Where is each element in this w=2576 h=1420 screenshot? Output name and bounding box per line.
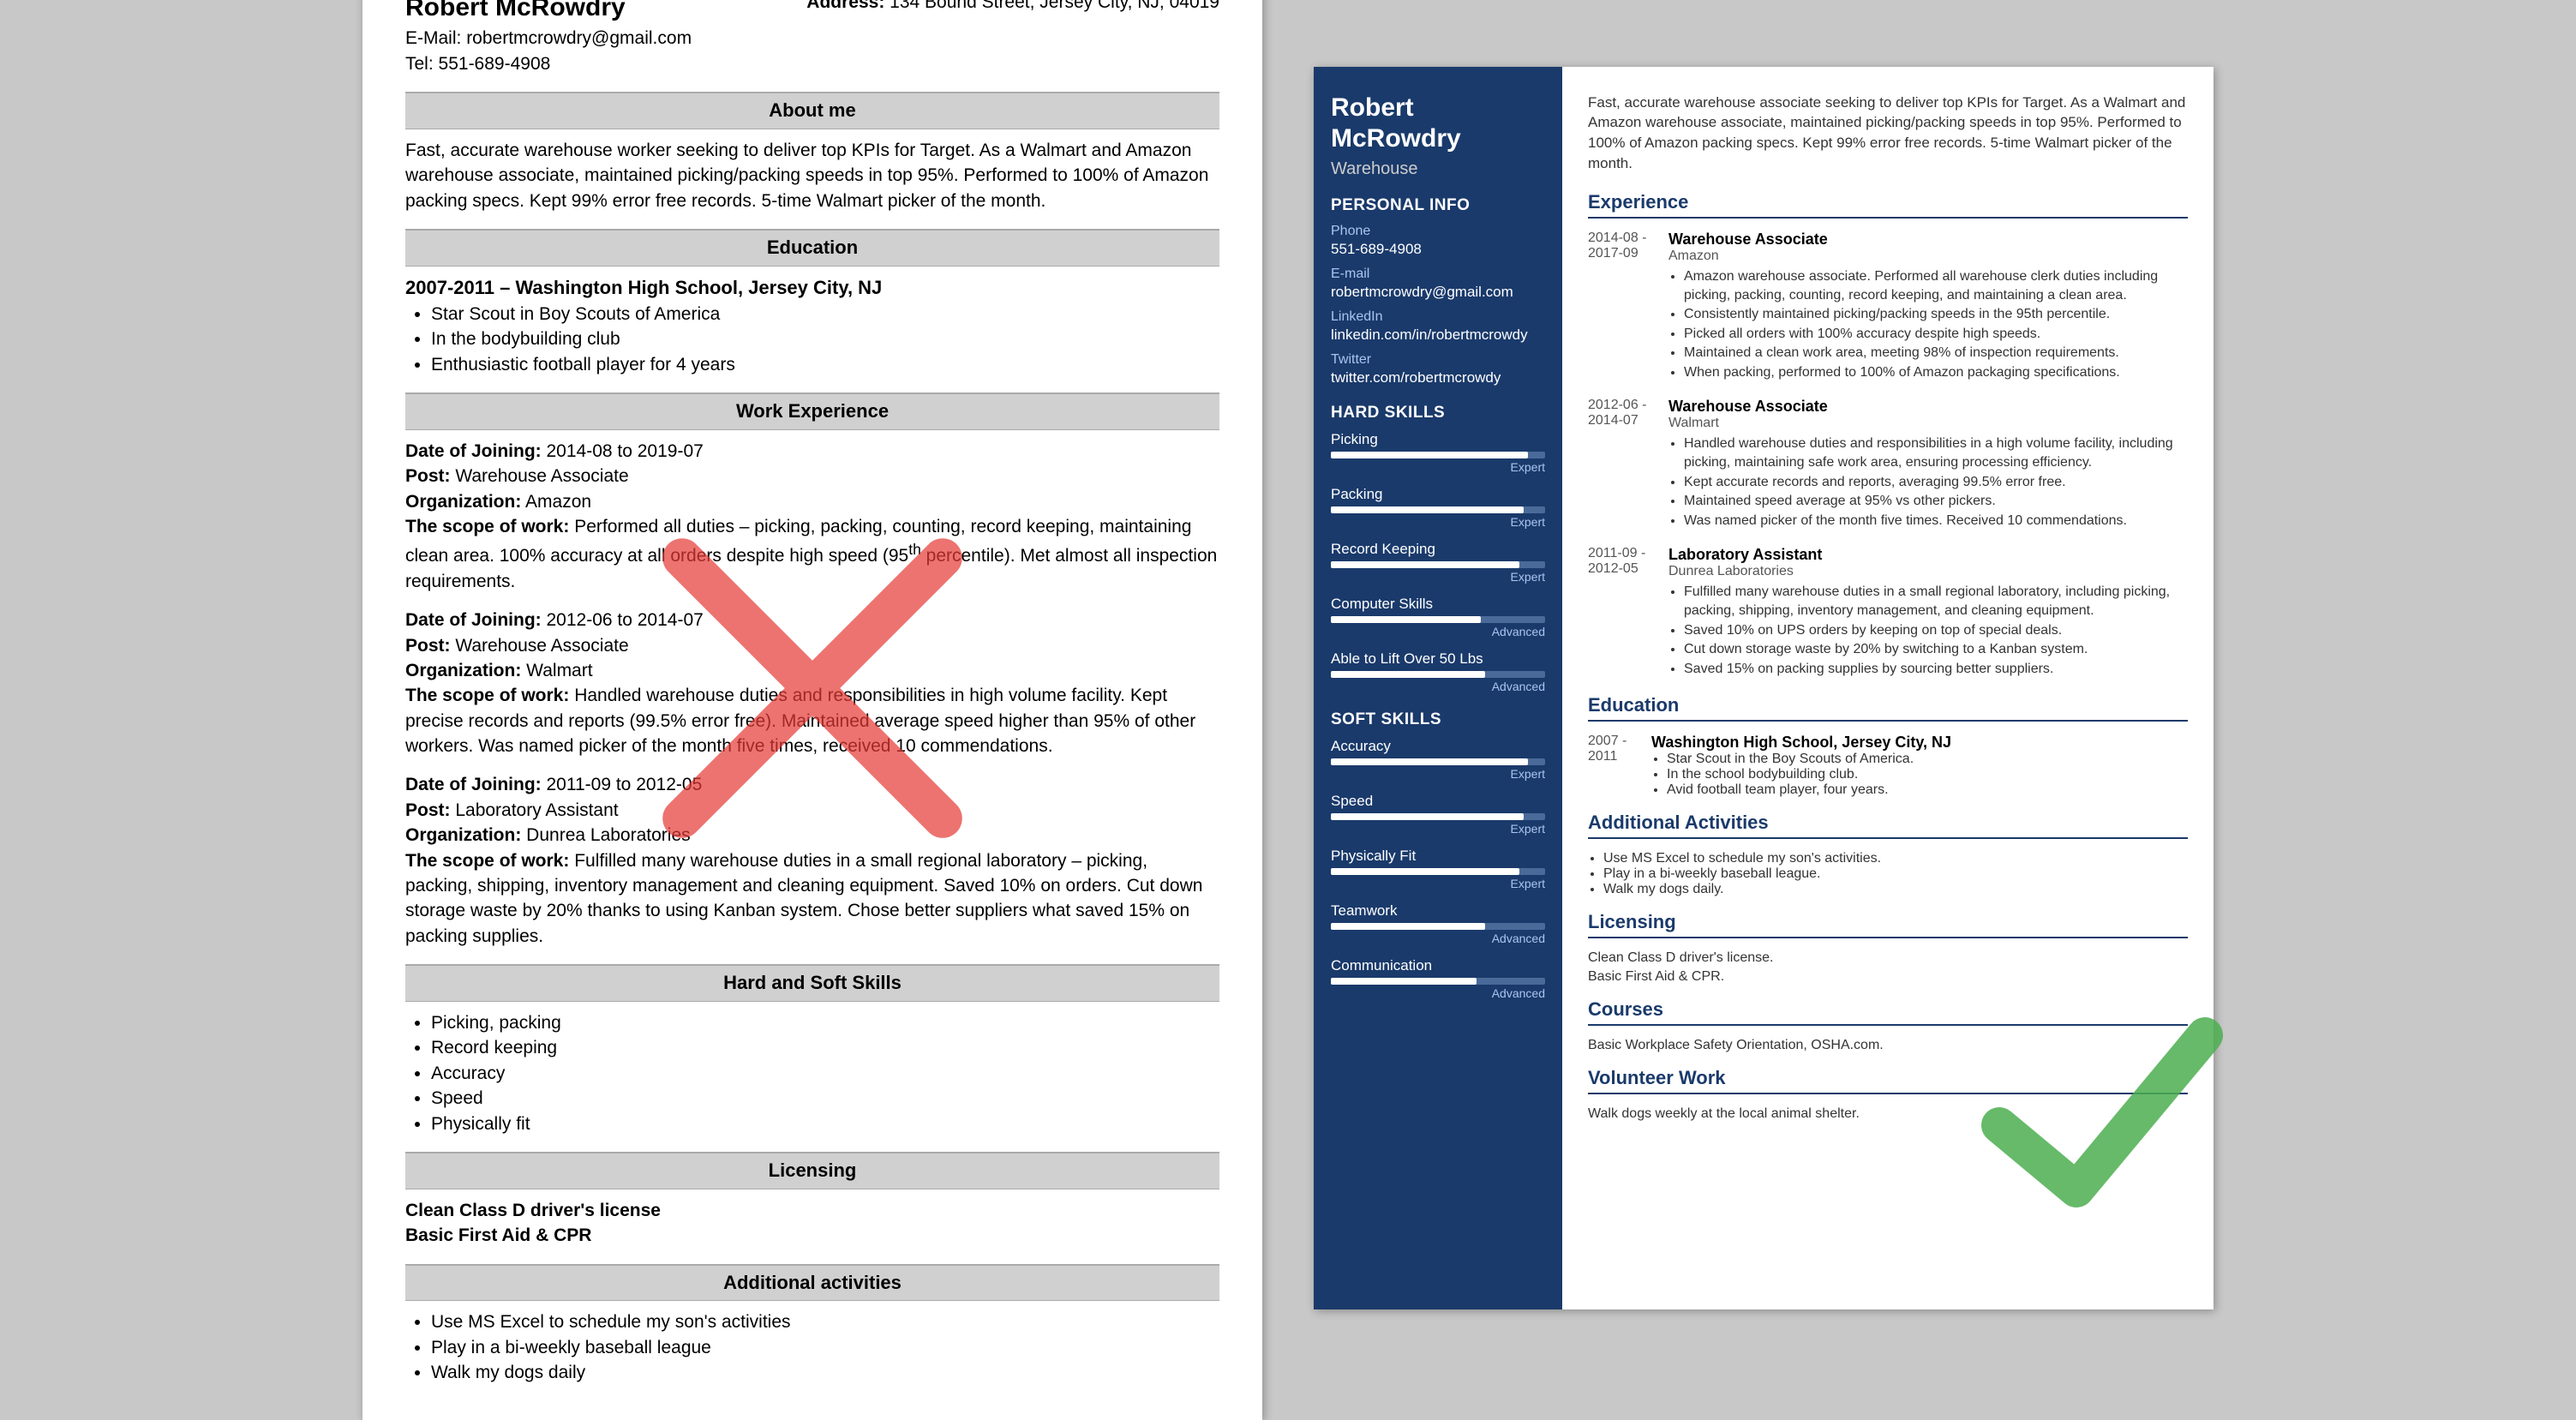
twitter-label: Twitter (1331, 352, 1545, 368)
email-label: E-Mail: (405, 28, 461, 48)
skill-item: Accuracy (431, 1061, 1219, 1086)
courses-title-right: Courses (1588, 998, 2188, 1026)
edu-bullet: Enthusiastic football player for 4 years (431, 352, 1219, 377)
soft-skill-3: Physically Fit Expert (1331, 848, 1545, 890)
phone-label: Phone (1331, 224, 1545, 239)
left-email: E-Mail: robertmcrowdry@gmail.com (405, 26, 692, 51)
licensing-title-right: Licensing (1588, 911, 2188, 938)
work-item-1: Date of Joining: 2014-08 to 2019-07 Post… (405, 439, 1219, 594)
linkedin-value: linkedin.com/in/robertmcrowdy (1331, 327, 1545, 344)
address-value: 134 Bound Street, Jersey City, NJ, 04019 (890, 0, 1219, 12)
skill-item: Speed (431, 1086, 1219, 1111)
hard-skill-4: Computer Skills Advanced (1331, 596, 1545, 638)
work-join-3: Date of Joining: 2011-09 to 2012-05 (405, 772, 1219, 797)
tel-label: Tel: (405, 54, 434, 74)
exp-item-1: 2014-08 -2017-09 Warehouse Associate Ama… (1588, 231, 2188, 382)
licensing-content: Clean Class D driver's license Basic Fir… (405, 1198, 1219, 1249)
work-post-2: Post: Warehouse Associate (405, 633, 1219, 658)
address-line: Address: 134 Bound Street, Jersey City, … (806, 0, 1219, 15)
hard-skill-3: Record Keeping Expert (1331, 541, 1545, 584)
right-main: Fast, accurate warehouse associate seeki… (1562, 67, 2214, 1309)
edu-bullet: Star Scout in Boy Scouts of America (431, 302, 1219, 327)
left-header-left: Robert McRowdry E-Mail: robertmcrowdry@g… (405, 0, 692, 76)
phone-value: 551-689-4908 (1331, 241, 1545, 258)
courses-text: Basic Workplace Safety Orientation, OSHA… (1588, 1038, 2188, 1053)
email-label-right: E-mail (1331, 267, 1545, 282)
education-item: 2007-2011 – Washington High School, Jers… (405, 275, 1219, 377)
linkedin-label: LinkedIn (1331, 309, 1545, 325)
work-item-2: Date of Joining: 2012-06 to 2014-07 Post… (405, 608, 1219, 758)
email-value-right: robertmcrowdry@gmail.com (1331, 284, 1545, 301)
volunteer-title-right: Volunteer Work (1588, 1067, 2188, 1094)
education-title-right: Education (1588, 694, 2188, 722)
left-tel: Tel: 551-689-4908 (405, 51, 692, 76)
right-summary: Fast, accurate warehouse associate seeki… (1588, 93, 2188, 174)
twitter-value: twitter.com/robertmcrowdy (1331, 369, 1545, 386)
volunteer-content: Walk dogs weekly at the local animal she… (1588, 1106, 2188, 1122)
exp-item-3: 2011-09 -2012-05 Laboratory Assistant Du… (1588, 546, 2188, 679)
edu-bullet: In the bodybuilding club (431, 327, 1219, 351)
skill-item: Physically fit (431, 1111, 1219, 1136)
edu-year-school: 2007-2011 – Washington High School, Jers… (405, 277, 882, 298)
edu-bullets: Star Scout in Boy Scouts of America In t… (431, 302, 1219, 377)
work-post-3: Post: Laboratory Assistant (405, 798, 1219, 823)
left-name: Robert McRowdry (405, 0, 692, 26)
soft-skill-5: Communication Advanced (1331, 957, 1545, 1000)
work-org-3: Organization: Dunrea Laboratories (405, 823, 1219, 848)
work-org-2: Organization: Walmart (405, 658, 1219, 683)
courses-content: Basic Workplace Safety Orientation, OSHA… (1588, 1038, 2188, 1053)
work-join-2: Date of Joining: 2012-06 to 2014-07 (405, 608, 1219, 632)
edu-right-item: 2007 -2011 Washington High School, Jerse… (1588, 734, 2188, 798)
additional-title-right: Additional Activities (1588, 812, 2188, 839)
hard-skills-heading: Hard Skills (1331, 404, 1545, 422)
additional-item: Use MS Excel to schedule my son's activi… (431, 1309, 1219, 1334)
licensing-right-content: Clean Class D driver's license. Basic Fi… (1588, 950, 2188, 985)
work-join-1: Date of Joining: 2014-08 to 2019-07 (405, 439, 1219, 464)
right-role: Warehouse (1331, 159, 1545, 179)
work-post-1: Post: Warehouse Associate (405, 464, 1219, 488)
hard-skill-5: Able to Lift Over 50 Lbs Advanced (1331, 650, 1545, 693)
additional-item: Walk my dogs daily (431, 1360, 1219, 1385)
education-title-left: Education (405, 229, 1219, 267)
additional-title-left: Additional activities (405, 1264, 1219, 1302)
license-2: Basic First Aid & CPR (405, 1223, 1219, 1248)
additional-content: Use MS Excel to schedule my son's activi… (405, 1309, 1219, 1385)
address-label: Address: (806, 0, 884, 12)
work-org-1: Organization: Amazon (405, 489, 1219, 514)
skills-list: Picking, packing Record keeping Accuracy… (405, 1010, 1219, 1136)
personal-info-heading: Personal Info (1331, 196, 1545, 215)
right-resume: Robert McRowdry Warehouse Personal Info … (1314, 67, 2214, 1309)
hard-skill-2: Packing Expert (1331, 486, 1545, 529)
work-title-left: Work Experience (405, 392, 1219, 430)
additional-right-content: Use MS Excel to schedule my son's activi… (1588, 851, 2188, 897)
licensing-title-left: Licensing (405, 1152, 1219, 1189)
volunteer-text: Walk dogs weekly at the local animal she… (1588, 1106, 2188, 1122)
hard-skill-1: Picking Expert (1331, 431, 1545, 474)
tel-value: 551-689-4908 (439, 54, 551, 74)
left-header-right: Address: 134 Bound Street, Jersey City, … (806, 0, 1219, 76)
right-name: Robert McRowdry (1331, 93, 1545, 154)
soft-skill-2: Speed Expert (1331, 793, 1545, 836)
work-scope-2: The scope of work: Handled warehouse dut… (405, 683, 1219, 758)
skill-item: Picking, packing (431, 1010, 1219, 1035)
email-value: robertmcrowdry@gmail.com (466, 28, 692, 48)
soft-skill-1: Accuracy Expert (1331, 738, 1545, 781)
work-scope-1: The scope of work: Performed all duties … (405, 514, 1219, 594)
right-sidebar: Robert McRowdry Warehouse Personal Info … (1314, 67, 1562, 1309)
additional-item: Play in a bi-weekly baseball league (431, 1335, 1219, 1360)
left-header: Robert McRowdry E-Mail: robertmcrowdry@g… (405, 0, 1219, 76)
soft-skills-heading: Soft Skills (1331, 710, 1545, 729)
skills-title-left: Hard and Soft Skills (405, 964, 1219, 1002)
work-scope-3: The scope of work: Fulfilled many wareho… (405, 848, 1219, 950)
experience-title-right: Experience (1588, 191, 2188, 219)
work-item-3: Date of Joining: 2011-09 to 2012-05 Post… (405, 772, 1219, 949)
skill-item: Record keeping (431, 1035, 1219, 1060)
about-title: About me (405, 92, 1219, 129)
left-resume: Robert McRowdry E-Mail: robertmcrowdry@g… (362, 0, 1262, 1420)
license-1: Clean Class D driver's license (405, 1198, 1219, 1223)
about-text: Fast, accurate warehouse worker seeking … (405, 138, 1219, 213)
exp-item-2: 2012-06 -2014-07 Warehouse Associate Wal… (1588, 398, 2188, 530)
soft-skill-4: Teamwork Advanced (1331, 902, 1545, 945)
